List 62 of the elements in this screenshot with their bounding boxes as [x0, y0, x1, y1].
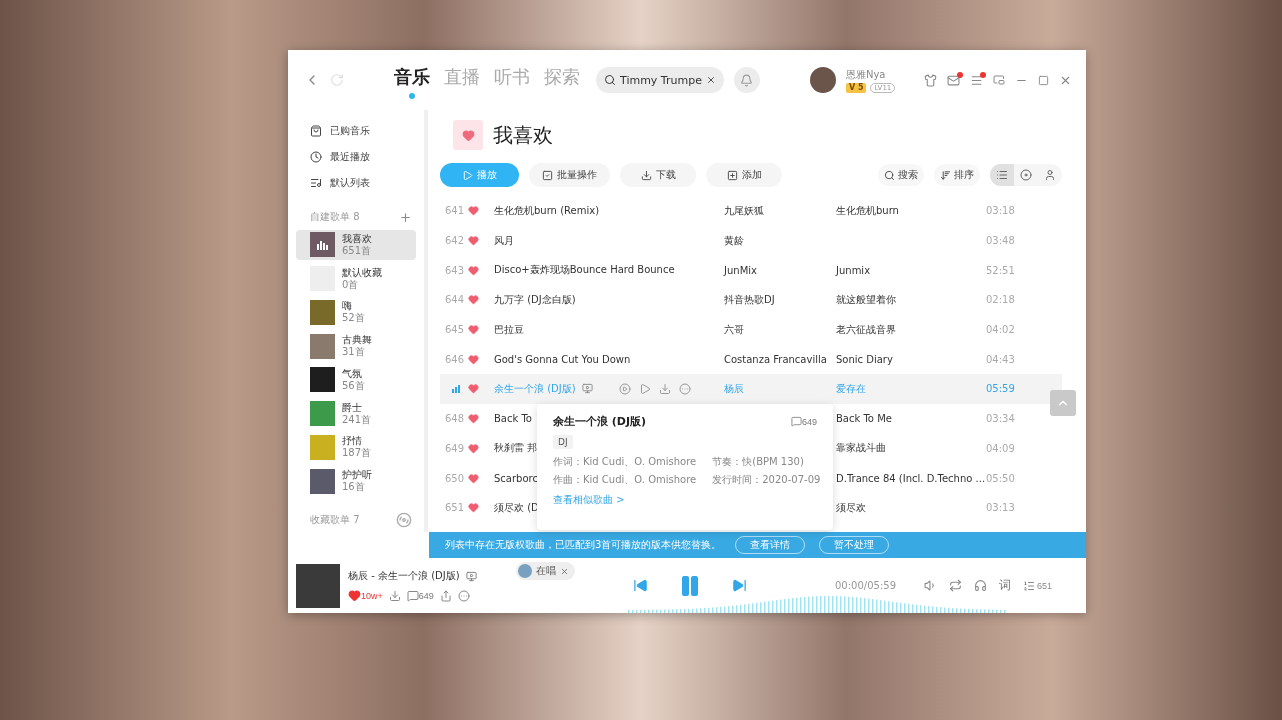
- duration: 05:50: [986, 472, 1016, 484]
- song-title: 生化危机burn (Remix): [494, 203, 600, 218]
- song-title: God's Gonna Cut You Down: [494, 353, 631, 365]
- duration: 03:13: [986, 502, 1016, 514]
- album-name: 就这般望着你: [836, 292, 897, 307]
- row-number: 644: [443, 294, 465, 306]
- popup-title: 余生一个浪 (DJ版): [553, 414, 647, 429]
- duration: 04:43: [986, 353, 1016, 365]
- row-number: 646: [443, 353, 465, 365]
- section-title: 收藏歌单 7: [310, 512, 360, 527]
- artist-name: 黄龄: [724, 233, 745, 248]
- row-number: 642: [443, 235, 465, 247]
- genre-tag: DJ: [553, 435, 573, 449]
- row-number: 651: [443, 502, 465, 514]
- song-title: Disco+轰炸现场Bounce Hard Bounce: [494, 263, 675, 278]
- row-number: 649: [443, 442, 465, 454]
- album-name: 老六征战音界: [836, 322, 897, 337]
- duration: 03:48: [986, 235, 1016, 247]
- song-title: Scarborc: [494, 472, 538, 484]
- duration: 02:18: [986, 294, 1016, 306]
- release-date-text: 发行时间：2020-07-09: [712, 473, 821, 487]
- artist-name: 九尾妖狐: [724, 203, 765, 218]
- duration: 04:02: [986, 324, 1016, 336]
- now-playing-title: 杨辰 - 余生一个浪 (DJ版): [348, 569, 460, 583]
- album-name: Junmix: [836, 264, 872, 276]
- duration: 03:34: [986, 413, 1016, 425]
- row-number: 648: [443, 413, 465, 425]
- album-name: Sonic Diary: [836, 353, 894, 365]
- song-title: 风月: [494, 233, 514, 248]
- artist-name: Costanza Francavilla: [724, 353, 828, 365]
- row-number: 650: [443, 472, 465, 484]
- row-number: 643: [443, 264, 465, 276]
- tempo-text: 节奏：快(BPM 130): [712, 455, 805, 469]
- duration: 05:59: [986, 383, 1016, 395]
- playlist-title: 我喜欢: [493, 121, 553, 149]
- album-name: Back To Me: [836, 413, 893, 425]
- album-name: 须尽欢: [836, 500, 867, 515]
- duration: 04:09: [986, 442, 1016, 454]
- song-title: 巴拉豆: [494, 322, 524, 337]
- song-title: 余生一个浪 (DJ版): [494, 381, 576, 396]
- row-number: 641: [443, 205, 465, 217]
- song-title: 九万字 (DJ念白版): [494, 292, 576, 307]
- album-name: 爱存在: [836, 381, 867, 396]
- album-name: 靠家战斗曲: [836, 441, 887, 456]
- user-name: 恩雅Nya: [845, 67, 887, 82]
- vip-badge: V 5: [845, 82, 867, 93]
- lyricist-text: 作词：Kid Cudi、O. Omishore: [553, 455, 697, 469]
- composer-text: 作曲：Kid Cudi、O. Omishore: [553, 473, 697, 487]
- artist-name: 杨辰: [724, 381, 745, 396]
- section-title: 自建歌单 8: [310, 210, 360, 225]
- duration: 52:51: [986, 264, 1016, 276]
- album-name: 生化危机burn: [836, 203, 900, 218]
- notice-text: 列表中存在无版权歌曲，已匹配到3首可播放的版本供您替换。: [445, 538, 722, 552]
- artist-name: 六哥: [724, 322, 745, 337]
- row-number: 645: [443, 324, 465, 336]
- play-time: 00:00/05:59: [835, 580, 896, 591]
- artist-name: JunMix: [724, 264, 758, 276]
- duration: 03:18: [986, 205, 1016, 217]
- song-title: Back To: [494, 413, 532, 425]
- artist-name: 抖音热歌DJ: [724, 292, 776, 307]
- song-title: 秋刹雷 邦: [494, 441, 538, 456]
- album-name: D.Trance 84 (Incl. D.Techno ...: [836, 472, 986, 484]
